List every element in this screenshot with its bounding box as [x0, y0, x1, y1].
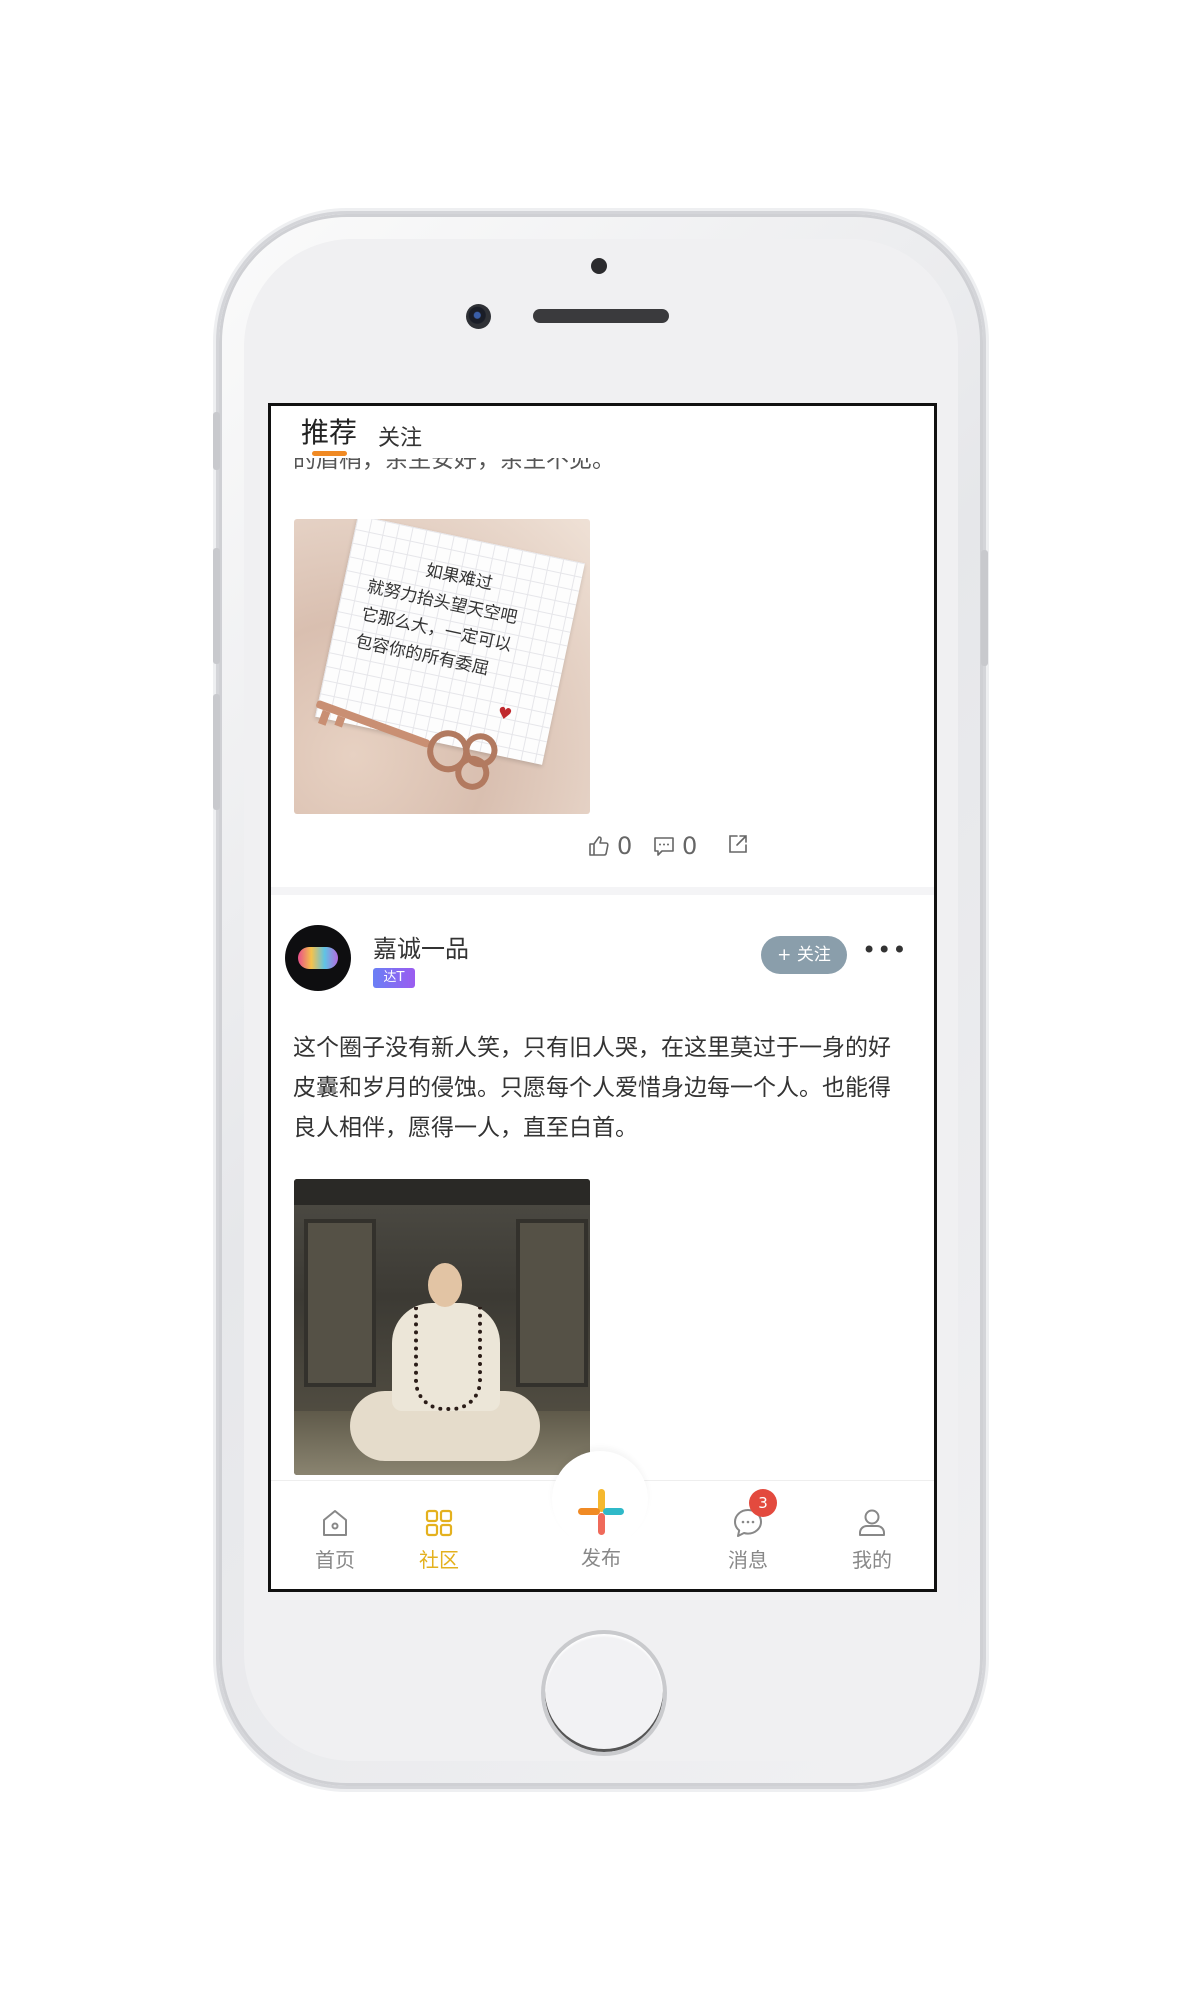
tab-recommend[interactable]: 推荐 [301, 411, 357, 451]
comment-icon [654, 837, 674, 856]
post-text: 这个圈子没有新人笑，只有旧人哭，在这里莫过于一身的好皮囊和岁月的侵蚀。只愿每个人… [293, 1035, 891, 1141]
top-tabs: 推荐 关注 [271, 406, 934, 458]
bottom-tab-bar: 首页 社区 发布 消息 3 我的 [271, 1451, 934, 1589]
tab-community-label: 社区 [419, 1548, 459, 1572]
image-detail [516, 1219, 588, 1387]
comment-count: 0 [682, 832, 698, 860]
like-count: 0 [617, 832, 633, 860]
active-tab-indicator [312, 451, 347, 456]
home-button[interactable] [541, 1630, 667, 1756]
tab-community[interactable]: 社区 [399, 1506, 479, 1573]
user-badge: 达T [373, 968, 415, 988]
image-detail [428, 1263, 462, 1307]
volume-down-button [213, 694, 220, 810]
avatar[interactable] [285, 925, 351, 991]
tab-messages[interactable]: 消息 [708, 1506, 788, 1573]
post-actions: 0 0 [271, 832, 934, 872]
tab-mine-label: 我的 [852, 1548, 892, 1572]
app-screen: 推荐 关注 的眉梢，余生安好，余生不见。 如果难过 就努力抬头望天空吧 它那么大… [268, 403, 937, 1592]
tab-home[interactable]: 首页 [295, 1506, 375, 1573]
tab-home-label: 首页 [315, 1548, 355, 1572]
message-count-badge: 3 [749, 1489, 777, 1517]
comment-button[interactable]: 0 [652, 832, 697, 860]
power-button [981, 550, 988, 666]
more-options-button[interactable]: ••• [862, 936, 907, 964]
earpiece-speaker [533, 309, 669, 323]
profile-icon [859, 1509, 885, 1536]
post-divider [271, 887, 934, 895]
like-icon [589, 836, 609, 856]
tab-publish[interactable]: 发布 [561, 1486, 641, 1571]
proximity-sensor [591, 258, 607, 274]
image-detail [414, 1307, 482, 1411]
avatar-logo [298, 947, 338, 969]
like-button[interactable]: 0 [587, 832, 632, 860]
share-icon [729, 835, 747, 853]
tab-mine[interactable]: 我的 [832, 1506, 912, 1573]
post-image-monk[interactable] [294, 1179, 590, 1475]
publish-icon [578, 1489, 624, 1535]
community-icon [425, 1509, 453, 1537]
follow-button[interactable]: + 关注 [761, 936, 847, 974]
image-detail [294, 1179, 590, 1205]
front-camera [466, 304, 491, 329]
mute-switch [213, 412, 220, 470]
username[interactable]: 嘉诚一品 [373, 929, 469, 964]
volume-up-button [213, 548, 220, 664]
share-button[interactable] [726, 832, 750, 856]
image-detail [304, 1219, 376, 1387]
tab-messages-label: 消息 [728, 1548, 768, 1572]
tab-follow[interactable]: 关注 [378, 420, 422, 452]
tab-publish-label: 发布 [581, 1546, 621, 1570]
heart-icon: ♥ [495, 702, 514, 725]
home-icon [323, 1510, 347, 1536]
post-image-note[interactable]: 如果难过 就努力抬头望天空吧 它那么大，一定可以 包容你的所有委屈 ♥ [294, 519, 590, 814]
